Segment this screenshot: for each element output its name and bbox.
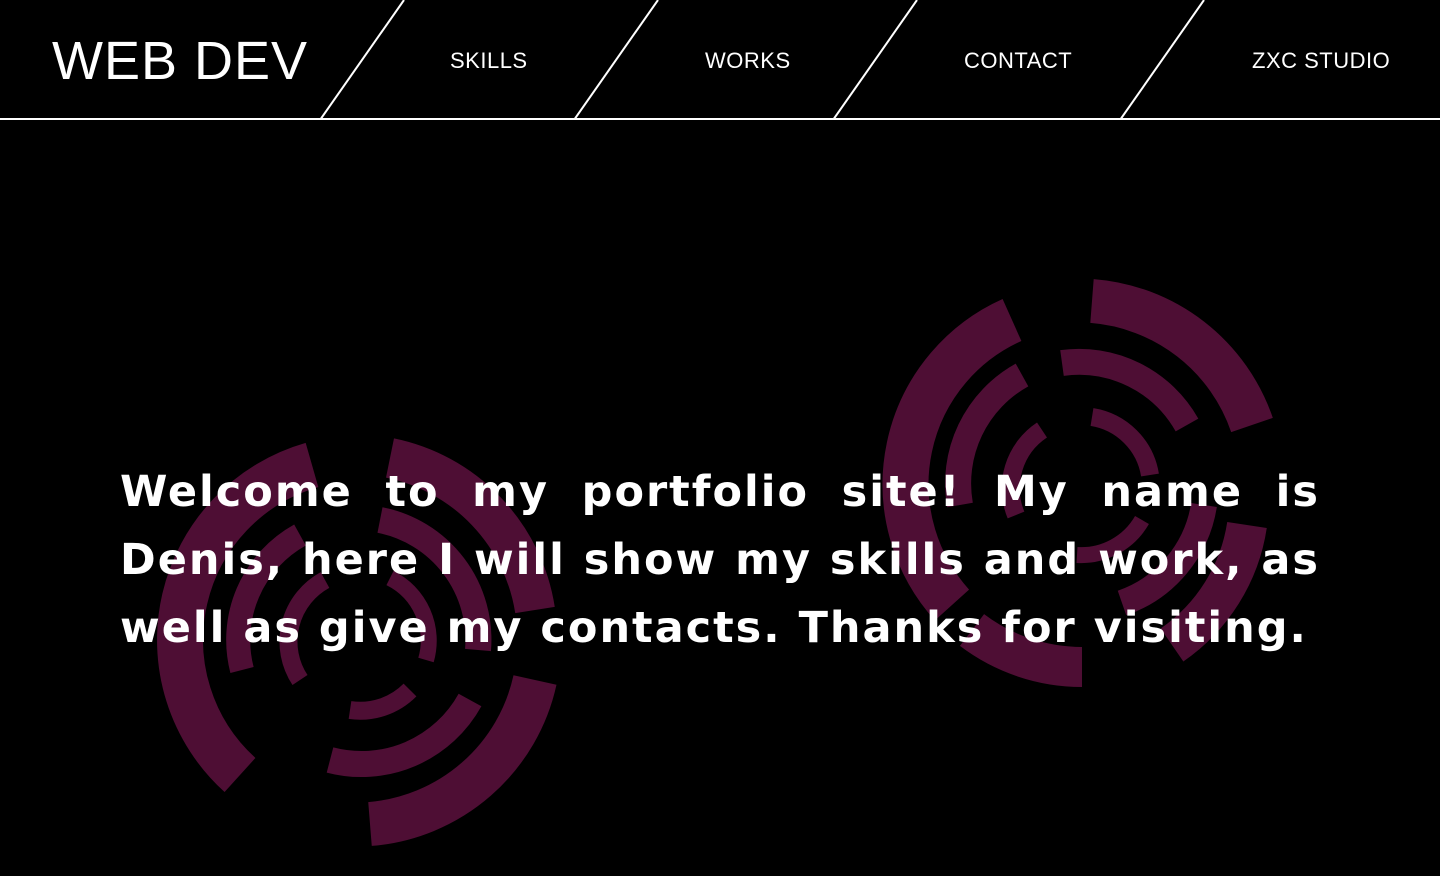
nav-skills-link[interactable]: SKILLS xyxy=(450,46,528,76)
site-header: WEB DEV SKILLS WORKS CONTACT ZXC STUDIO xyxy=(0,0,1440,120)
hero-intro-text: Welcome to my portfolio site! My name is… xyxy=(120,467,1320,653)
page: WEB DEV SKILLS WORKS CONTACT ZXC STUDIO … xyxy=(0,0,1440,876)
nav-works-link[interactable]: WORKS xyxy=(705,46,791,76)
nav-contact-link[interactable]: CONTACT xyxy=(964,46,1072,76)
nav-studio-link[interactable]: ZXC STUDIO xyxy=(1252,46,1390,76)
site-logo[interactable]: WEB DEV xyxy=(52,30,308,92)
